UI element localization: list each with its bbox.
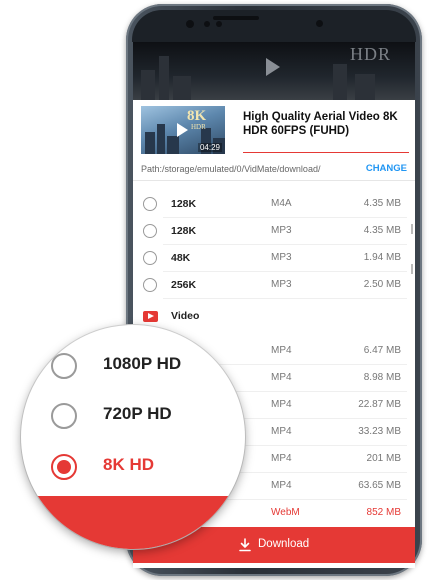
play-icon (177, 123, 188, 137)
front-camera-icon (316, 20, 323, 27)
play-icon[interactable] (266, 58, 280, 76)
download-path: Path:/storage/emulated/0/VidMate/downloa… (141, 164, 321, 174)
speaker-grille (213, 16, 259, 20)
format-label: WebM (271, 507, 300, 518)
quality-option[interactable]: 720P HD (21, 392, 245, 442)
size-label: 63.65 MB (358, 480, 401, 491)
radio-button[interactable] (143, 251, 157, 265)
format-label: M4A (271, 198, 292, 209)
size-label: 4.35 MB (363, 225, 401, 236)
scrollbar[interactable] (411, 224, 413, 234)
radio-button[interactable] (143, 224, 157, 238)
video-player[interactable]: HDR (133, 42, 415, 100)
radio-button[interactable] (143, 278, 157, 292)
size-label: 22.87 MB (358, 399, 401, 410)
scrollbar[interactable] (411, 264, 413, 274)
list-item[interactable]: 128K M4A 4.35 MB (133, 192, 415, 218)
download-button-magnified[interactable] (21, 496, 245, 549)
sensor-icon (216, 21, 222, 27)
quality-option[interactable]: 1080P HD (21, 342, 245, 392)
quality-label: 128K (171, 198, 197, 210)
size-label: 6.47 MB (363, 345, 401, 356)
format-label: MP4 (271, 372, 292, 383)
thumbnail-badge-sub: HDR (191, 123, 206, 131)
change-path-button[interactable]: CHANGE (366, 163, 407, 174)
quality-option[interactable]: 8K HD (21, 443, 245, 493)
size-label: 2.50 MB (363, 279, 401, 290)
format-label: MP3 (271, 225, 292, 236)
video-thumbnail[interactable]: 8K HDR 04:29 (141, 106, 225, 154)
list-item[interactable]: 256K MP3 2.50 MB (133, 273, 415, 299)
title-underline (243, 152, 409, 153)
list-item[interactable]: 48K MP3 1.94 MB (133, 246, 415, 272)
size-label: 33.23 MB (358, 426, 401, 437)
quality-option-label: 8K HD (103, 455, 155, 474)
size-label: 1.94 MB (363, 252, 401, 263)
list-item[interactable]: 128K MP3 4.35 MB (133, 219, 415, 245)
format-label: MP4 (271, 426, 292, 437)
phone-top-bezel (132, 10, 416, 42)
size-label: 852 MB (366, 507, 401, 518)
radio-button[interactable] (143, 197, 157, 211)
quality-label: 48K (171, 252, 191, 264)
radio-button[interactable] (51, 403, 77, 429)
quality-label: 256K (171, 279, 197, 291)
video-section-label: Video (171, 310, 200, 322)
sensor-icon (204, 21, 210, 27)
magnifier-overlay: 1080P HD 720P HD 8K HD (21, 325, 245, 549)
radio-button-selected[interactable] (51, 454, 77, 480)
format-label: MP3 (271, 279, 292, 290)
hdr-watermark: HDR (349, 44, 391, 64)
format-label: MP4 (271, 453, 292, 464)
quality-label: 128K (171, 225, 197, 237)
video-title: High Quality Aerial Video 8K HDR 60FPS (… (243, 111, 398, 137)
format-label: MP4 (271, 399, 292, 410)
format-label: MP4 (271, 345, 292, 356)
format-label: MP3 (271, 252, 292, 263)
camera-icon (186, 20, 194, 28)
youtube-icon (143, 311, 158, 322)
size-label: 4.35 MB (363, 198, 401, 209)
format-label: MP4 (271, 480, 292, 491)
download-label: Download (258, 538, 310, 550)
radio-button[interactable] (51, 353, 77, 379)
size-label: 8.98 MB (363, 372, 401, 383)
divider (133, 180, 415, 181)
quality-option-label: 720P HD (103, 404, 172, 423)
size-label: 201 MB (366, 453, 401, 464)
video-duration: 04:29 (197, 143, 222, 152)
quality-option-label: 1080P HD (103, 354, 182, 373)
